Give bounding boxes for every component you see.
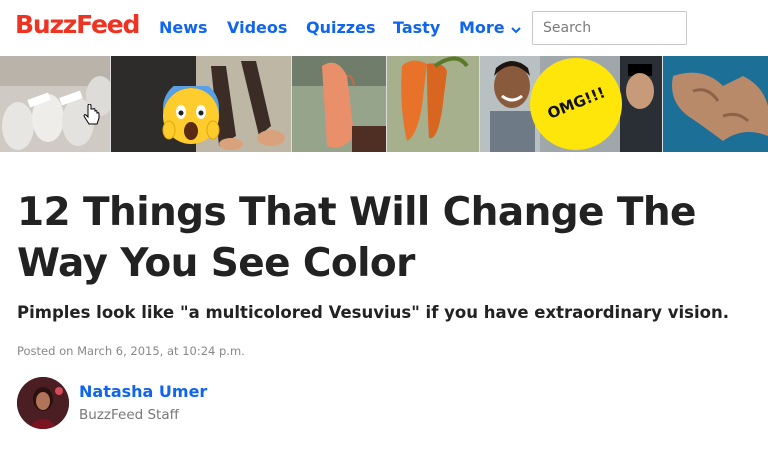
author-role: BuzzFeed Staff — [79, 407, 179, 423]
screaming-face-icon — [161, 86, 221, 146]
cursor-hand-icon — [82, 104, 102, 128]
nav-item-quizzes[interactable]: Quizzes — [306, 17, 375, 39]
site-header: BuzzFeed News Videos Quizzes Tasty More — [0, 0, 768, 56]
thumbnail-cups[interactable] — [0, 56, 110, 152]
author-byline: Natasha Umer BuzzFeed Staff — [17, 377, 417, 433]
search-input[interactable] — [532, 11, 687, 45]
thumbnail-coastline[interactable] — [663, 56, 768, 152]
nav-item-videos[interactable]: Videos — [227, 17, 287, 39]
author-name-link[interactable]: Natasha Umer — [79, 382, 207, 401]
author-avatar[interactable] — [17, 377, 69, 429]
thumbnail-emoji-feet[interactable] — [111, 56, 291, 152]
nav-item-news[interactable]: News — [159, 17, 208, 39]
chevron-down-icon — [510, 18, 521, 40]
buzzfeed-logo[interactable]: BuzzFeed — [15, 10, 140, 40]
nav-item-more[interactable]: More — [459, 17, 521, 40]
posted-date: Posted on March 6, 2015, at 10:24 p.m. — [17, 344, 245, 358]
article-title: 12 Things That Will Change The Way You S… — [17, 190, 697, 286]
thumbnail-carrot-legs[interactable] — [387, 56, 479, 152]
nav-more-label: More — [459, 18, 505, 37]
thumbnail-omg[interactable]: OMG!!! — [480, 56, 662, 152]
article-dek: Pimples look like "a multicolored Vesuvi… — [17, 303, 729, 322]
nav-item-tasty[interactable]: Tasty — [393, 17, 440, 39]
trending-image-strip: OMG!!! — [0, 56, 768, 152]
thumbnail-carrot-hand[interactable] — [292, 56, 386, 152]
